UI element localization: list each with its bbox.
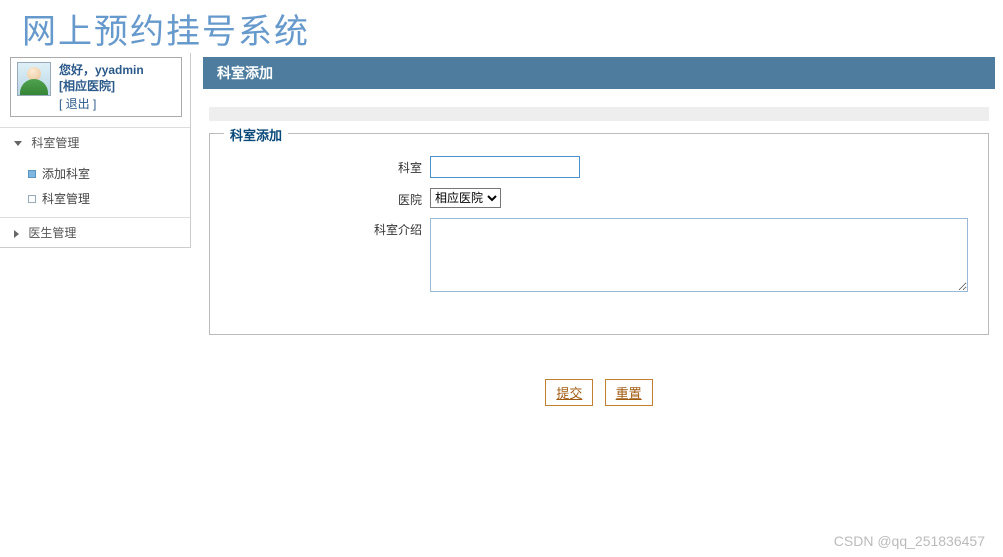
nav-group-label: 科室管理 [31, 136, 79, 150]
user-info: 您好，yyadmin [相应医院] [ 退出 ] [59, 62, 144, 112]
avatar [17, 62, 51, 96]
user-box: 您好，yyadmin [相应医院] [ 退出 ] [10, 57, 182, 117]
user-name: yyadmin [95, 63, 144, 77]
logout-link[interactable]: [ 退出 ] [59, 97, 96, 111]
nav-item-manage-dept[interactable]: 科室管理 [28, 186, 190, 211]
square-icon [28, 195, 36, 203]
chevron-down-icon [14, 141, 22, 146]
intro-label: 科室介绍 [230, 218, 430, 238]
reset-button[interactable]: 重置 [605, 379, 653, 406]
app-title: 网上预约挂号系统 [0, 0, 1003, 53]
watermark: CSDN @qq_251836457 [834, 533, 985, 549]
submit-button[interactable]: 提交 [545, 379, 593, 406]
dept-label: 科室 [230, 156, 430, 176]
toolbar-placeholder [209, 107, 989, 121]
nav-item-label: 科室管理 [42, 190, 90, 207]
nav-group-label: 医生管理 [28, 226, 76, 240]
nav-item-label: 添加科室 [42, 165, 90, 182]
intro-textarea[interactable] [430, 218, 968, 292]
square-icon [28, 170, 36, 178]
fieldset-legend: 科室添加 [224, 125, 288, 144]
nav-item-add-dept[interactable]: 添加科室 [28, 161, 190, 186]
nav-group-dept[interactable]: 科室管理 [0, 127, 190, 157]
button-row: 提交 重置 [203, 345, 995, 416]
nav: 科室管理 添加科室 科室管理 医生管理 [0, 127, 190, 247]
user-greeting: 您好， [59, 63, 95, 77]
hospital-select[interactable]: 相应医院 [430, 188, 501, 208]
user-hospital: [相应医院] [59, 78, 144, 94]
dept-add-fieldset: 科室添加 科室 医院 相应医院 科室介绍 [209, 133, 989, 335]
sidebar: 您好，yyadmin [相应医院] [ 退出 ] 科室管理 添加科室 科室管理 [0, 53, 191, 248]
dept-input[interactable] [430, 156, 580, 178]
chevron-right-icon [14, 230, 19, 238]
hospital-label: 医院 [230, 188, 430, 208]
main-content: 科室添加 科室添加 科室 医院 相应医院 科室介绍 提交 重置 [191, 53, 1003, 416]
nav-group-doctor[interactable]: 医生管理 [0, 217, 190, 247]
page-title: 科室添加 [203, 57, 995, 89]
